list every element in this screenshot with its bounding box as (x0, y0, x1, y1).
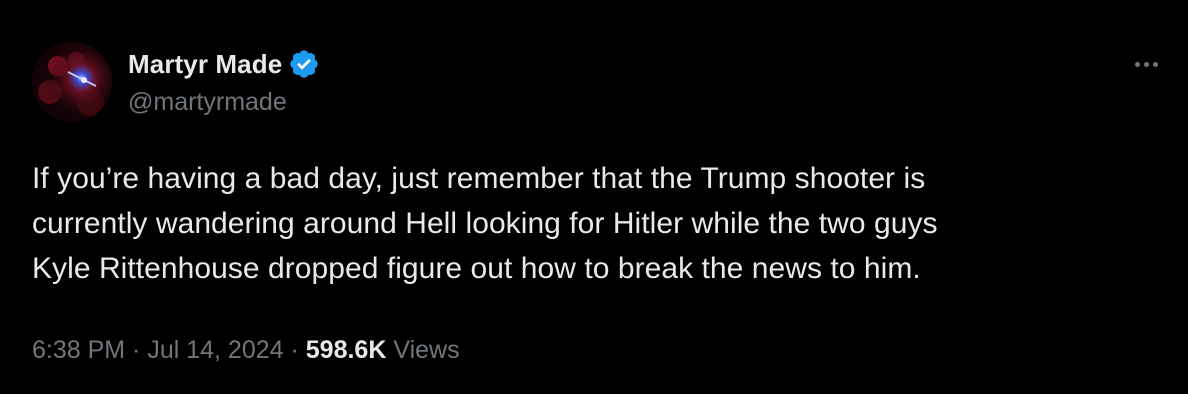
avatar[interactable] (32, 42, 112, 122)
tweet-text-line: Kyle Rittenhouse dropped figure out how … (32, 252, 921, 285)
author-block: Martyr Made @martyrmade (128, 44, 320, 120)
meta-separator: · (125, 336, 148, 364)
tweet-text: If you’re having a bad day, just remembe… (32, 156, 1152, 291)
author-handle[interactable]: @martyrmade (128, 84, 320, 120)
more-options-icon[interactable] (1126, 54, 1166, 74)
avatar-image (32, 42, 112, 122)
tweet-meta: 6:38 PM · Jul 14, 2024 · 598.6K Views (32, 330, 460, 370)
more-dot (1134, 61, 1140, 67)
tweet-text-line: If you’re having a bad day, just remembe… (32, 162, 926, 195)
views-label: Views (393, 336, 460, 364)
tweet-card: Martyr Made @martyrmade If you’re having… (0, 0, 1188, 394)
name-row: Martyr Made (128, 44, 320, 84)
more-dot (1152, 61, 1158, 67)
meta-separator: · (283, 336, 306, 364)
author-display-name[interactable]: Martyr Made (128, 44, 282, 84)
verified-badge-icon[interactable] (288, 48, 320, 80)
tweet-date[interactable]: Jul 14, 2024 (147, 336, 283, 364)
views-count[interactable]: 598.6K (306, 336, 387, 364)
more-dot (1143, 61, 1149, 67)
tweet-text-line: currently wandering around Hell looking … (32, 207, 938, 240)
tweet-time[interactable]: 6:38 PM (32, 336, 125, 364)
